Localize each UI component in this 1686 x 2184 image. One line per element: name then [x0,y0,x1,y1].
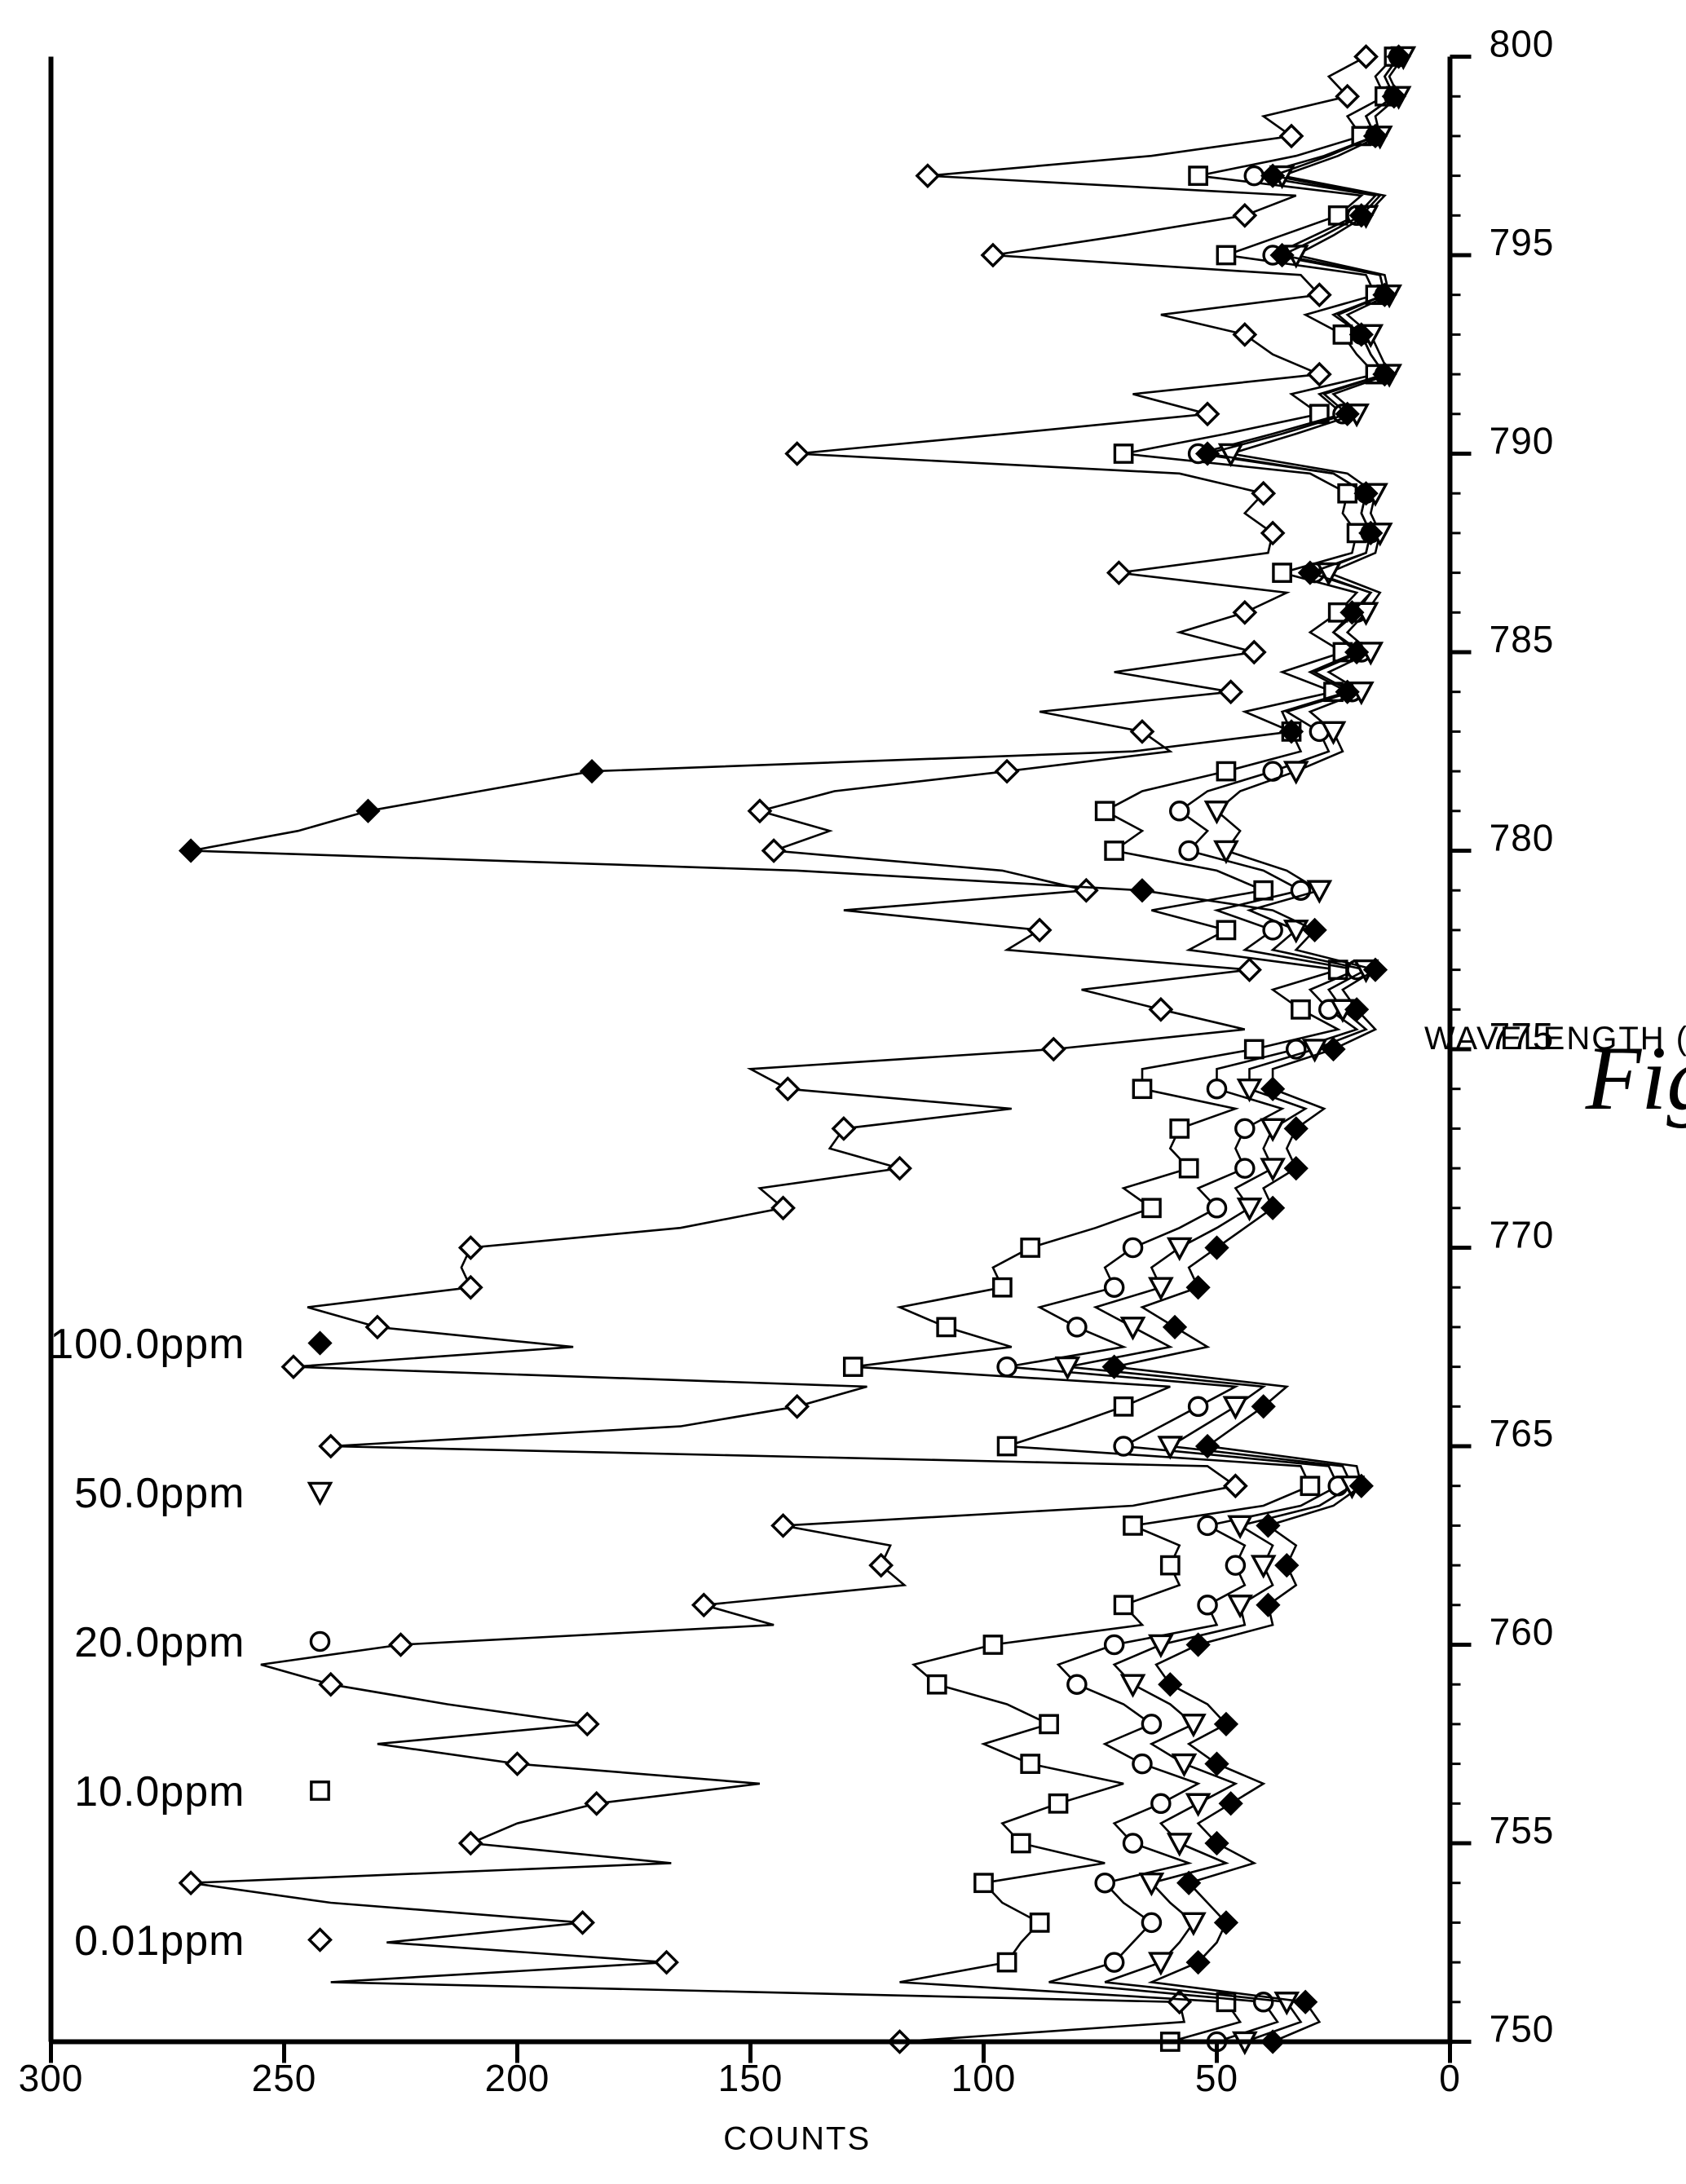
data-point-marker [1168,1118,1189,1139]
data-point-marker [1187,165,1208,186]
data-point-marker [1066,1316,1088,1338]
data-point-marker [996,1436,1017,1456]
rotated-figure-wrapper: 750 755 760 765 770 775 780 785 790 795 800 0 50 100… [0,0,1686,2184]
data-point-marker [1252,880,1273,901]
spectrum-figure: 750 755 760 765 770 775 780 785 790 795 800 0 50 100… [0,0,1686,2184]
data-point-marker [996,1952,1017,1972]
data-point-marker [1177,840,1199,861]
data-point-marker [1048,1793,1068,1814]
data-point-marker [1216,245,1236,265]
data-point-marker [1206,1078,1227,1099]
y-tick-label: 0 [1439,2057,1461,2099]
legend-label: 50.0ppm [74,1470,245,1517]
data-point-marker [1113,1594,1133,1615]
data-point-marker [1141,1713,1162,1735]
data-point-marker [1290,999,1311,1020]
y-tick-label: 300 [18,2057,83,2099]
x-tick-label: 780 [1489,816,1554,858]
data-point-marker [1234,1157,1256,1179]
data-point-marker [982,1634,1003,1655]
data-point-marker [1141,1912,1162,1933]
x-tick-label: 760 [1489,1610,1554,1652]
x-tick-label: 785 [1489,618,1554,660]
data-point-marker [1234,1118,1256,1139]
data-point-marker [1113,1396,1133,1417]
plot-canvas: 750755760765770775780785790795800 050100… [0,0,1686,2184]
data-point-marker [1271,562,1292,583]
data-point-marker [1029,1912,1049,1933]
data-point-marker [1332,324,1353,345]
data-point-marker [1187,1396,1208,1417]
data-point-marker [309,1780,330,1801]
data-point-marker [1216,761,1236,781]
data-point-marker [973,1872,994,1893]
figure-page: 750 755 760 765 770 775 780 785 790 795 800 0 50 100… [0,0,1686,2184]
x-tick-label: 750 [1489,2007,1554,2049]
data-point-marker [1019,1237,1040,1258]
x-tick-label: 755 [1489,1809,1554,1851]
legend-open-square-icon [309,1780,330,1801]
data-point-marker [935,1317,956,1337]
data-point-marker [1225,1554,1246,1576]
x-tick-label: 765 [1489,1412,1554,1454]
data-point-marker [1112,1435,1134,1457]
y-tick-label: 150 [717,2057,783,2099]
x-tick-label: 795 [1489,221,1554,263]
data-point-marker [842,1356,863,1377]
legend-label: 0.01ppm [74,1917,245,1965]
data-point-marker [1019,1753,1040,1774]
legend-label: 10.0ppm [74,1768,245,1816]
y-tick-label: 250 [251,2057,316,2099]
legend-label: 20.0ppm [74,1619,245,1666]
data-point-marker [1132,1078,1152,1099]
figure-background [0,0,1686,2184]
data-point-marker [1066,1673,1088,1695]
data-point-marker [1216,920,1236,940]
legend-open-circle-icon [309,1630,330,1652]
y-tick-label: 50 [1194,2057,1238,2099]
data-point-marker [1103,1951,1124,1973]
data-point-marker [1122,1832,1143,1854]
data-point-marker [995,1356,1017,1377]
data-point-marker [1178,1158,1199,1178]
data-point-marker [1150,1793,1172,1814]
y-axis-title: COUNTS [723,2120,871,2156]
data-point-marker [1300,1475,1320,1496]
legend-label: 100.0ppm [50,1321,245,1368]
data-point-marker [1113,443,1133,464]
data-point-marker [1196,1515,1218,1536]
data-point-marker [1103,1276,1124,1298]
y-tick-label: 100 [951,2057,1016,2099]
data-point-marker [1122,1515,1143,1536]
data-point-marker [1103,1634,1124,1655]
data-point-marker [1094,800,1115,821]
data-point-marker [1206,1197,1227,1219]
x-tick-label: 800 [1489,22,1554,64]
data-point-marker [1159,1555,1181,1575]
data-point-marker [1243,165,1264,186]
data-point-marker [1122,1237,1143,1258]
data-point-marker [1243,1039,1264,1059]
data-point-marker [1196,1594,1218,1616]
data-point-marker [1038,1714,1059,1734]
data-point-marker [926,1674,947,1695]
data-point-marker [1103,840,1124,861]
x-tick-label: 770 [1489,1213,1554,1255]
data-point-marker [1141,1197,1162,1218]
data-point-marker [1131,1753,1153,1774]
y-tick-label: 200 [484,2057,549,2099]
data-point-marker [1336,483,1357,504]
data-point-marker [309,1630,330,1652]
figure-caption: Fig. 1 [1584,1028,1686,1129]
x-tick-label: 790 [1489,419,1554,461]
data-point-marker [1168,800,1189,822]
data-point-marker [1093,1872,1115,1893]
data-point-marker [1010,1833,1031,1853]
data-point-marker [991,1277,1013,1298]
